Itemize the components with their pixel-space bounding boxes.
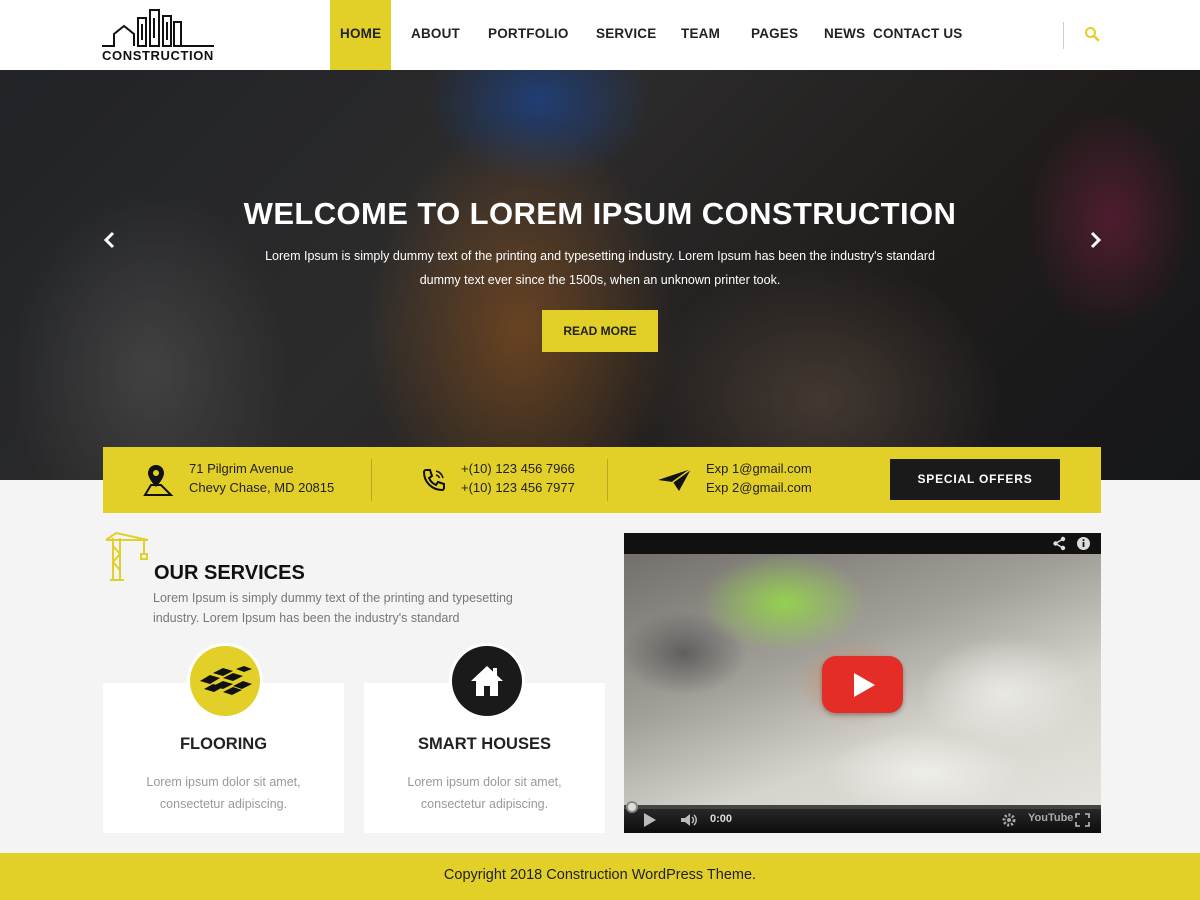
video-info-icon[interactable] <box>1076 536 1091 551</box>
video-controls: 0:00 YouTube <box>624 807 1101 833</box>
nav-about[interactable]: ABOUT <box>391 0 470 70</box>
nav-news[interactable]: NEWS <box>806 0 873 70</box>
phone-2[interactable]: +(10) 123 456 7977 <box>461 480 575 495</box>
service-card-description: Lorem ipsum dolor sit amet, consectetur … <box>146 775 301 811</box>
special-offers-button[interactable]: SPECIAL OFFERS <box>890 459 1060 500</box>
slider-next-arrow-icon[interactable] <box>1085 228 1105 252</box>
settings-gear-icon[interactable] <box>1002 813 1016 827</box>
phone-icon <box>421 467 447 498</box>
video-title-bar <box>624 533 1101 554</box>
nav-team[interactable]: TEAM <box>664 0 732 70</box>
fullscreen-icon[interactable] <box>1075 813 1090 827</box>
hero-title: WELCOME TO LOREM IPSUM CONSTRUCTION <box>243 196 957 231</box>
nav-pages[interactable]: PAGES <box>732 0 806 70</box>
site-footer: Copyright 2018 Construction WordPress Th… <box>0 853 1200 900</box>
address-line2: Chevy Chase, MD 20815 <box>189 480 335 495</box>
youtube-play-button[interactable] <box>822 656 903 713</box>
crane-icon <box>104 532 152 587</box>
service-card-title: FLOORING <box>179 735 268 753</box>
hero-slider: WELCOME TO LOREM IPSUM CONSTRUCTION Lore… <box>0 70 1200 480</box>
info-divider <box>607 459 608 501</box>
search-icon[interactable] <box>1084 26 1102 44</box>
house-icon[interactable] <box>452 646 522 716</box>
play-icon[interactable] <box>644 813 656 827</box>
services-description: Lorem Ipsum is simply dummy text of the … <box>153 591 513 625</box>
main-nav: HOME ABOUT PORTFOLIO SERVICE TEAM PAGES … <box>330 0 983 70</box>
map-pin-icon <box>143 463 177 502</box>
site-header: CONSTRUCTION HOME ABOUT PORTFOLIO SERVIC… <box>0 0 1200 70</box>
copyright-text: Copyright 2018 Construction WordPress Th… <box>443 867 757 883</box>
email-1[interactable]: Exp 1@gmail.com <box>706 461 812 476</box>
read-more-button[interactable]: READ MORE <box>542 310 658 352</box>
video-scrubber-handle[interactable] <box>626 801 638 813</box>
flooring-icon[interactable] <box>190 646 260 716</box>
site-logo[interactable]: CONSTRUCTION <box>102 8 222 64</box>
nav-service[interactable]: SERVICE <box>576 0 664 70</box>
address-line1: 71 Pilgrim Avenue <box>189 461 294 476</box>
nav-home[interactable]: HOME <box>330 0 391 70</box>
skyline-logo-icon <box>102 9 214 47</box>
send-paper-plane-icon <box>657 467 693 498</box>
nav-portfolio[interactable]: PORTFOLIO <box>470 0 576 70</box>
share-icon[interactable] <box>1052 536 1067 551</box>
video-progress-bar[interactable] <box>624 805 1101 809</box>
phone-1[interactable]: +(10) 123 456 7966 <box>461 461 575 476</box>
logo-text: CONSTRUCTION <box>102 48 214 63</box>
service-card-description: Lorem ipsum dolor sit amet, consectetur … <box>407 775 562 811</box>
info-divider <box>371 459 372 501</box>
hero-subtitle: Lorem Ipsum is simply dummy text of the … <box>265 249 935 287</box>
services-title: OUR SERVICES <box>154 562 305 584</box>
volume-icon[interactable] <box>680 813 698 827</box>
contact-info-bar: 71 Pilgrim Avenue Chevy Chase, MD 20815 … <box>103 447 1101 513</box>
youtube-video-player[interactable]: 0:00 YouTube <box>624 533 1101 833</box>
nav-contact-us[interactable]: CONTACT US <box>873 0 983 70</box>
youtube-logo[interactable]: YouTube <box>1028 812 1073 824</box>
nav-divider <box>1063 22 1064 49</box>
service-card-title: SMART HOUSES <box>418 735 551 753</box>
email-2[interactable]: Exp 2@gmail.com <box>706 480 812 495</box>
slider-prev-arrow-icon[interactable] <box>100 228 120 252</box>
video-time: 0:00 <box>710 813 733 825</box>
